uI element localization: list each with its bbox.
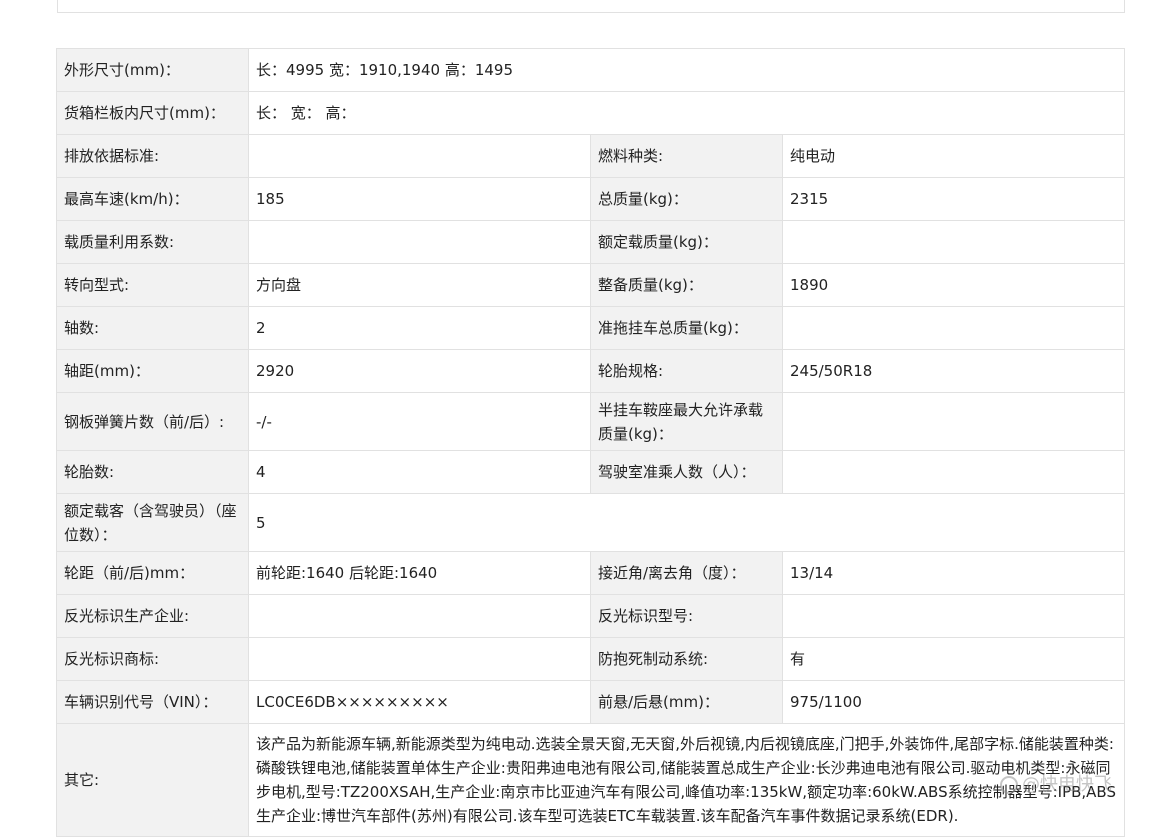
table-row: 其它: 该产品为新能源车辆,新能源类型为纯电动.选装全景天窗,无天窗,外后视镜,… — [56, 723, 1125, 837]
row-value: 5 — [248, 493, 1125, 552]
row-value: 185 — [248, 177, 591, 221]
table-row: 排放依据标准: 燃料种类: 纯电动 — [56, 134, 1125, 178]
row-label: 轴距(mm)： — [56, 349, 249, 393]
row-value-2: 975/1100 — [782, 680, 1125, 724]
row-value-2 — [782, 220, 1125, 264]
table-row: 反光标识生产企业: 反光标识型号: — [56, 594, 1125, 638]
row-label-2: 燃料种类: — [590, 134, 783, 178]
table-row: 货箱栏板内尺寸(mm)： 长： 宽： 高： — [56, 91, 1125, 135]
row-label: 货箱栏板内尺寸(mm)： — [56, 91, 249, 135]
row-value: -/- — [248, 392, 591, 451]
row-value — [248, 594, 591, 638]
table-row: 转向型式: 方向盘 整备质量(kg)： 1890 — [56, 263, 1125, 307]
row-value: 方向盘 — [248, 263, 591, 307]
row-value-2: 2315 — [782, 177, 1125, 221]
row-label: 转向型式: — [56, 263, 249, 307]
table-row: 轮胎数: 4 驾驶室准乘人数（人）： — [56, 450, 1125, 494]
row-label-2: 轮胎规格: — [590, 349, 783, 393]
row-label-2: 前悬/后悬(mm)： — [590, 680, 783, 724]
row-value-2 — [782, 392, 1125, 451]
other-value: 该产品为新能源车辆,新能源类型为纯电动.选装全景天窗,无天窗,外后视镜,内后视镜… — [248, 723, 1125, 837]
table-row: 轮距（前/后)mm： 前轮距:1640 后轮距:1640 接近角/离去角（度）：… — [56, 551, 1125, 595]
row-label: 反光标识商标: — [56, 637, 249, 681]
row-label: 轴数: — [56, 306, 249, 350]
watermark-text: @快电快飞 — [1022, 774, 1112, 795]
table-row: 钢板弹簧片数（前/后）: -/- 半挂车鞍座最大允许承载质量(kg)： — [56, 392, 1125, 451]
other-label: 其它: — [56, 723, 249, 837]
row-value-2: 13/14 — [782, 551, 1125, 595]
row-value: 2 — [248, 306, 591, 350]
previous-section-frame — [57, 0, 1125, 13]
row-label-2: 半挂车鞍座最大允许承载质量(kg)： — [590, 392, 783, 451]
row-label-2: 反光标识型号: — [590, 594, 783, 638]
row-label: 额定载客（含驾驶员）（座位数）： — [56, 493, 249, 552]
row-value — [248, 220, 591, 264]
row-label-2: 额定载质量(kg)： — [590, 220, 783, 264]
table-row: 轴距(mm)： 2920 轮胎规格: 245/50R18 — [56, 349, 1125, 393]
row-label: 载质量利用系数: — [56, 220, 249, 264]
row-label: 反光标识生产企业: — [56, 594, 249, 638]
weibo-logo-icon — [1000, 776, 1018, 794]
table-row: 外形尺寸(mm)： 长：4995 宽：1910,1940 高：1495 — [56, 48, 1125, 92]
row-label-2: 准拖挂车总质量(kg)： — [590, 306, 783, 350]
row-value-2: 纯电动 — [782, 134, 1125, 178]
row-label-2: 接近角/离去角（度）： — [590, 551, 783, 595]
row-value: 4 — [248, 450, 591, 494]
row-value-2 — [782, 306, 1125, 350]
row-value: 前轮距:1640 后轮距:1640 — [248, 551, 591, 595]
row-value — [248, 637, 591, 681]
row-label: 排放依据标准: — [56, 134, 249, 178]
row-value: 2920 — [248, 349, 591, 393]
row-label-2: 整备质量(kg)： — [590, 263, 783, 307]
row-value — [248, 134, 591, 178]
row-value: 长：4995 宽：1910,1940 高：1495 — [248, 48, 1125, 92]
row-label-2: 总质量(kg)： — [590, 177, 783, 221]
row-label-2: 防抱死制动系统: — [590, 637, 783, 681]
watermark: @快电快飞 — [1000, 770, 1112, 796]
table-row: 反光标识商标: 防抱死制动系统: 有 — [56, 637, 1125, 681]
table-row: 轴数: 2 准拖挂车总质量(kg)： — [56, 306, 1125, 350]
table-row: 最高车速(km/h)： 185 总质量(kg)： 2315 — [56, 177, 1125, 221]
row-value-2: 245/50R18 — [782, 349, 1125, 393]
row-value: 长： 宽： 高： — [248, 91, 1125, 135]
row-label-2: 驾驶室准乘人数（人）： — [590, 450, 783, 494]
row-label: 轮胎数: — [56, 450, 249, 494]
spec-table: 外形尺寸(mm)： 长：4995 宽：1910,1940 高：1495 货箱栏板… — [56, 48, 1125, 837]
row-label: 最高车速(km/h)： — [56, 177, 249, 221]
table-row: 额定载客（含驾驶员）（座位数）： 5 — [56, 493, 1125, 552]
row-label: 轮距（前/后)mm： — [56, 551, 249, 595]
row-value-2: 有 — [782, 637, 1125, 681]
table-row: 车辆识别代号（VIN）： LC0CE6DB××××××××× 前悬/后悬(mm)… — [56, 680, 1125, 724]
row-value-2 — [782, 450, 1125, 494]
row-value-2: 1890 — [782, 263, 1125, 307]
row-label: 外形尺寸(mm)： — [56, 48, 249, 92]
row-value-2 — [782, 594, 1125, 638]
row-value: LC0CE6DB××××××××× — [248, 680, 591, 724]
row-label: 车辆识别代号（VIN）： — [56, 680, 249, 724]
row-label: 钢板弹簧片数（前/后）: — [56, 392, 249, 451]
table-row: 载质量利用系数: 额定载质量(kg)： — [56, 220, 1125, 264]
